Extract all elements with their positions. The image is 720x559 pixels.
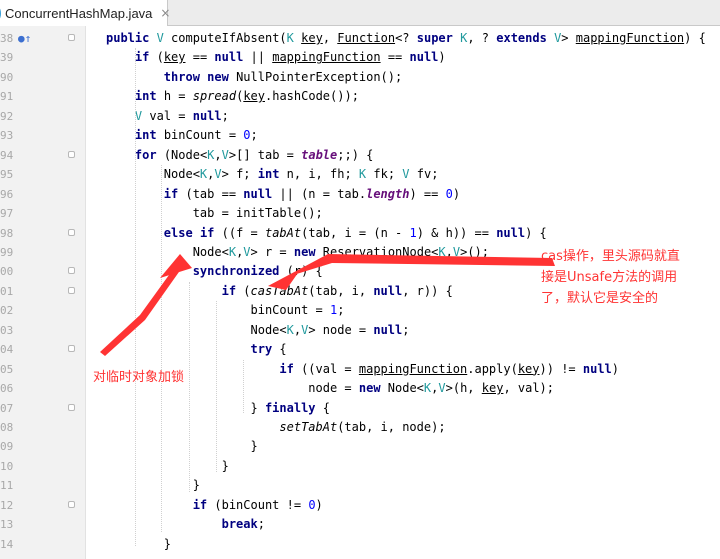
cas-note-line1: cas操作，里头源码就直 (541, 249, 680, 264)
cas-arrow (268, 254, 555, 286)
lock-note: 对临时对象加锁 (93, 370, 185, 385)
cas-note-line2: 接是Unsafe方法的调用 (541, 270, 678, 285)
cas-note-line3: 了，默认它是安全的 (541, 291, 659, 306)
